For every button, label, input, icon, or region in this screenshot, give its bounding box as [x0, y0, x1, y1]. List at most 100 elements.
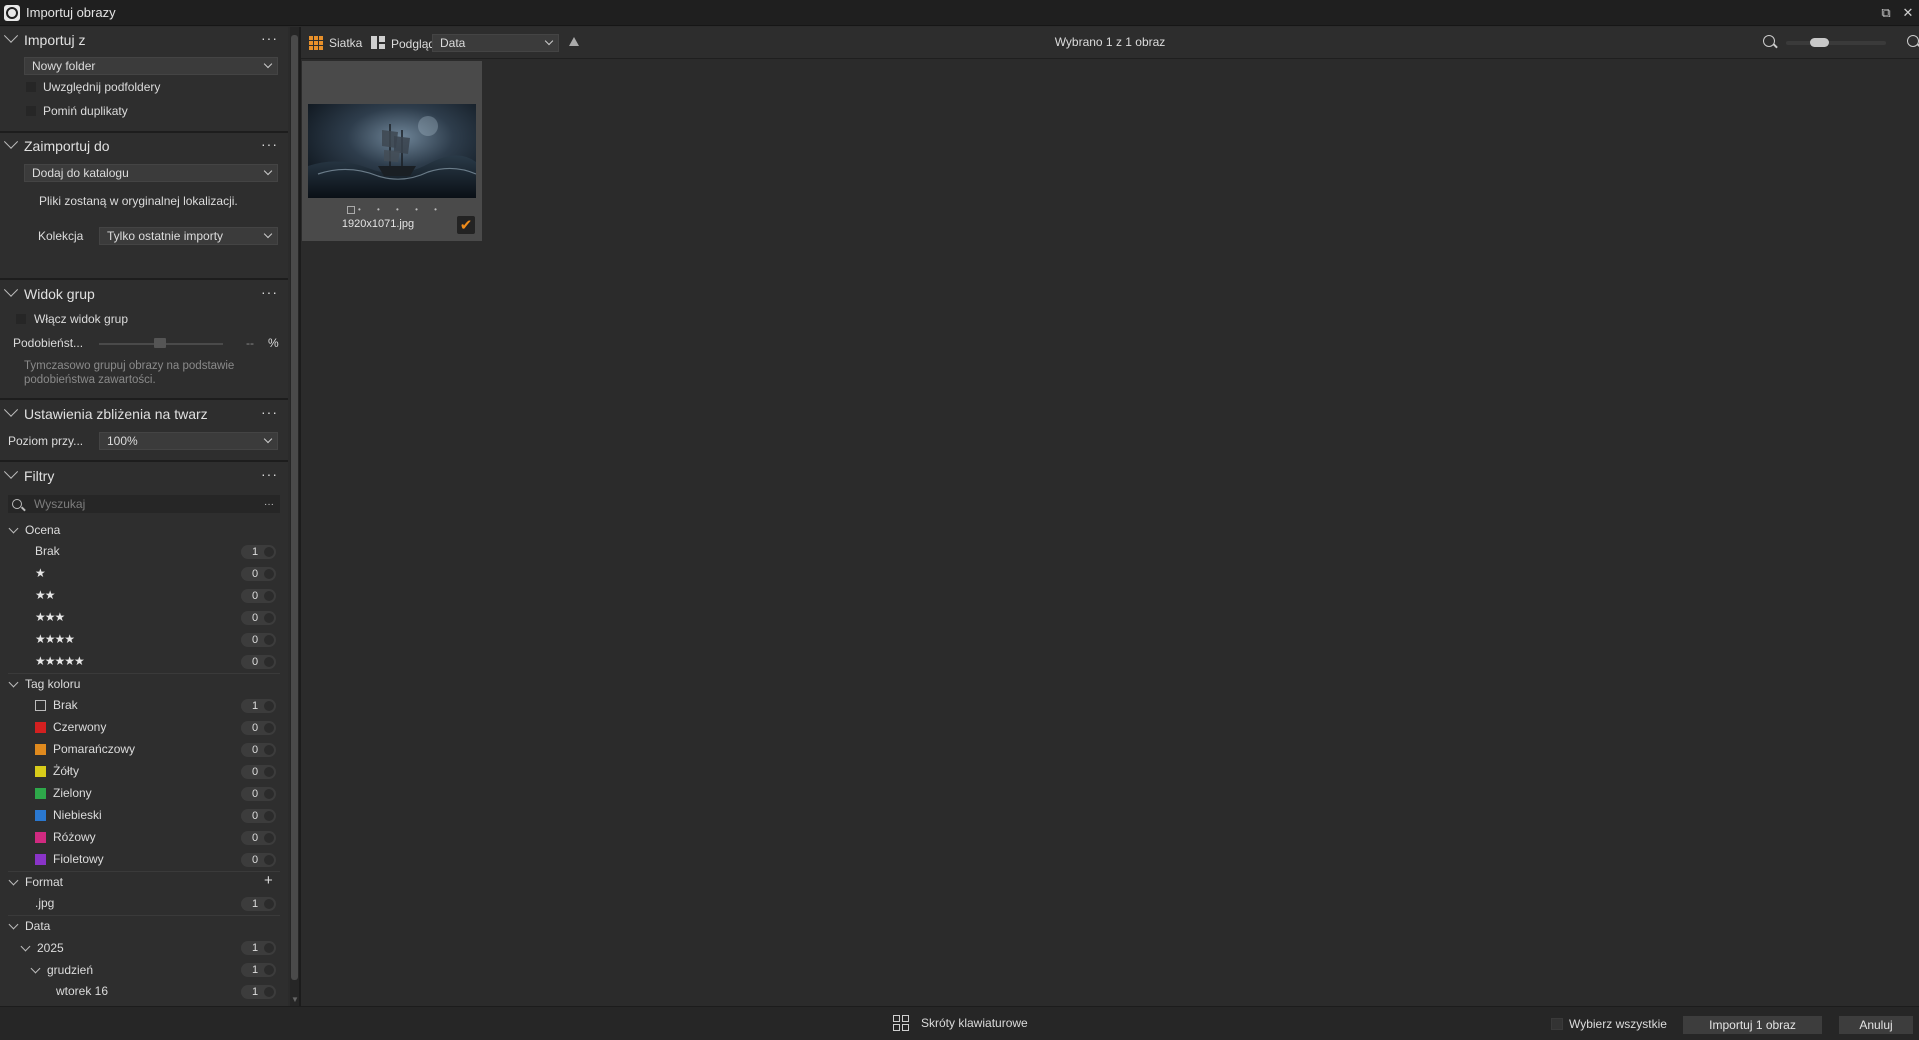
more-options-icon[interactable]: ··· [261, 467, 278, 481]
format-jpg-count[interactable]: 1 [241, 897, 276, 911]
color-yellow-count[interactable]: 0 [241, 765, 276, 779]
restore-window-icon[interactable]: ⧉ [1876, 3, 1896, 23]
search-icon[interactable] [12, 499, 22, 509]
filter-toggle[interactable] [264, 965, 274, 975]
filter-toggle[interactable] [264, 613, 274, 623]
collection-dropdown[interactable]: Tylko ostatnie importy [99, 227, 278, 245]
filter-toggle[interactable] [264, 547, 274, 557]
rating-3-stars[interactable]: ★★★ [35, 610, 65, 624]
filter-toggle[interactable] [264, 745, 274, 755]
more-options-icon[interactable]: ··· [261, 285, 278, 299]
color-none-label[interactable]: Brak [53, 698, 78, 712]
color-orange-count[interactable]: 0 [241, 743, 276, 757]
filter-toggle[interactable] [264, 833, 274, 843]
color-yellow-label[interactable]: Żółty [53, 764, 79, 778]
color-purple-count[interactable]: 0 [241, 853, 276, 867]
rating-5-count[interactable]: 0 [241, 655, 276, 669]
filter-toggle[interactable] [264, 657, 274, 667]
rating-2-stars[interactable]: ★★ [35, 588, 55, 602]
filter-toggle[interactable] [264, 701, 274, 711]
section-face-zoom[interactable]: Ustawienia zbliżenia na twarz ··· [0, 401, 288, 427]
similarity-slider-handle[interactable] [154, 338, 166, 348]
color-blue-count[interactable]: 0 [241, 809, 276, 823]
more-options-icon[interactable]: ··· [261, 405, 278, 419]
filter-toggle[interactable] [264, 635, 274, 645]
scroll-down-icon[interactable]: ▼ [291, 995, 299, 1004]
color-orange-label[interactable]: Pomarańczowy [53, 742, 135, 756]
rating-4-count[interactable]: 0 [241, 633, 276, 647]
section-filters[interactable]: Filtry ··· [0, 463, 288, 489]
filter-toggle[interactable] [264, 723, 274, 733]
filter-toggle[interactable] [264, 855, 274, 865]
zoom-level-dropdown[interactable]: 100% [99, 432, 278, 450]
thumbnail-select-checkbox[interactable]: ✔ [457, 216, 475, 234]
date-year-count[interactable]: 1 [241, 941, 276, 955]
filter-toggle[interactable] [264, 987, 274, 997]
filter-rating-header[interactable]: Ocena [8, 521, 60, 539]
import-button[interactable]: Importuj 1 obraz [1683, 1016, 1822, 1034]
zoom-in-icon[interactable] [1907, 35, 1919, 47]
date-month-count[interactable]: 1 [241, 963, 276, 977]
color-pink-label[interactable]: Różowy [53, 830, 96, 844]
zoom-out-icon[interactable] [1763, 35, 1775, 47]
close-window-icon[interactable]: ✕ [1898, 3, 1918, 23]
date-day-label[interactable]: wtorek 16 [56, 984, 108, 998]
color-red-label[interactable]: Czerwony [53, 720, 106, 734]
filter-date-header[interactable]: Data [8, 917, 50, 935]
filter-search-input[interactable] [34, 497, 254, 511]
color-green-label[interactable]: Zielony [53, 786, 92, 800]
filter-toggle[interactable] [264, 899, 274, 909]
cancel-button[interactable]: Anuluj [1839, 1016, 1913, 1034]
rating-none-label[interactable]: Brak [35, 544, 60, 558]
section-import-to[interactable]: Zaimportuj do ··· [0, 133, 288, 159]
rating-4-stars[interactable]: ★★★★ [35, 632, 75, 646]
format-jpg-label[interactable]: .jpg [35, 896, 54, 910]
rating-1-stars[interactable]: ★ [35, 566, 46, 580]
date-year-item[interactable]: 2025 [20, 939, 64, 957]
filter-color-header[interactable]: Tag koloru [8, 675, 80, 693]
import-source-dropdown[interactable]: Nowy folder [24, 57, 278, 75]
rating-5-stars[interactable]: ★★★★★ [35, 654, 85, 668]
more-options-icon[interactable]: ··· [261, 31, 278, 45]
thumbnail-card[interactable]: • • • • • 1920x1071.jpg ✔ [302, 61, 482, 241]
filter-toggle[interactable] [264, 569, 274, 579]
thumbnail-size-handle[interactable] [1810, 38, 1830, 47]
search-options-icon[interactable]: ··· [264, 499, 274, 510]
keyboard-shortcuts-icon[interactable] [893, 1015, 909, 1031]
thumbnail-size-slider[interactable] [1786, 41, 1886, 45]
similarity-label: Podobieńst... [13, 336, 84, 350]
import-destination-dropdown[interactable]: Dodaj do katalogu [24, 164, 278, 182]
color-red-count[interactable]: 0 [241, 721, 276, 735]
color-purple-label[interactable]: Fioletowy [53, 852, 104, 866]
filter-toggle[interactable] [264, 591, 274, 601]
left-panel-scrollbar[interactable]: ▼ [290, 27, 299, 1006]
rating-1-count[interactable]: 0 [241, 567, 276, 581]
rating-none-count[interactable]: 1 [241, 545, 276, 559]
select-all-checkbox[interactable] [1551, 1018, 1563, 1030]
color-none-count[interactable]: 1 [241, 699, 276, 713]
filter-toggle[interactable] [264, 767, 274, 777]
keyboard-shortcuts-link[interactable]: Skróty klawiaturowe [921, 1016, 1028, 1030]
date-day-count[interactable]: 1 [241, 985, 276, 999]
section-import-from[interactable]: Importuj z ··· [0, 27, 288, 53]
color-green-count[interactable]: 0 [241, 787, 276, 801]
date-month-item[interactable]: grudzień [30, 961, 93, 979]
filter-format-header[interactable]: Format [8, 873, 63, 891]
filter-toggle[interactable] [264, 943, 274, 953]
enable-group-view-checkbox[interactable] [15, 313, 27, 325]
color-blue-label[interactable]: Niebieski [53, 808, 102, 822]
rating-3-count[interactable]: 0 [241, 611, 276, 625]
thumbnail-color-tag-box[interactable] [347, 206, 355, 214]
filter-toggle[interactable] [264, 789, 274, 799]
rating-2-count[interactable]: 0 [241, 589, 276, 603]
include-subfolders-checkbox[interactable] [25, 81, 37, 93]
color-pink-count[interactable]: 0 [241, 831, 276, 845]
add-format-icon[interactable]: + [264, 872, 273, 889]
scrollbar-thumb[interactable] [291, 35, 298, 980]
skip-duplicates-checkbox[interactable] [25, 105, 37, 117]
thumbnail-image[interactable] [308, 104, 476, 198]
filter-toggle[interactable] [264, 811, 274, 821]
section-group-view[interactable]: Widok grup ··· [0, 281, 288, 307]
more-options-icon[interactable]: ··· [261, 137, 278, 151]
thumbnail-rating-dots[interactable]: • • • • • [358, 205, 444, 214]
